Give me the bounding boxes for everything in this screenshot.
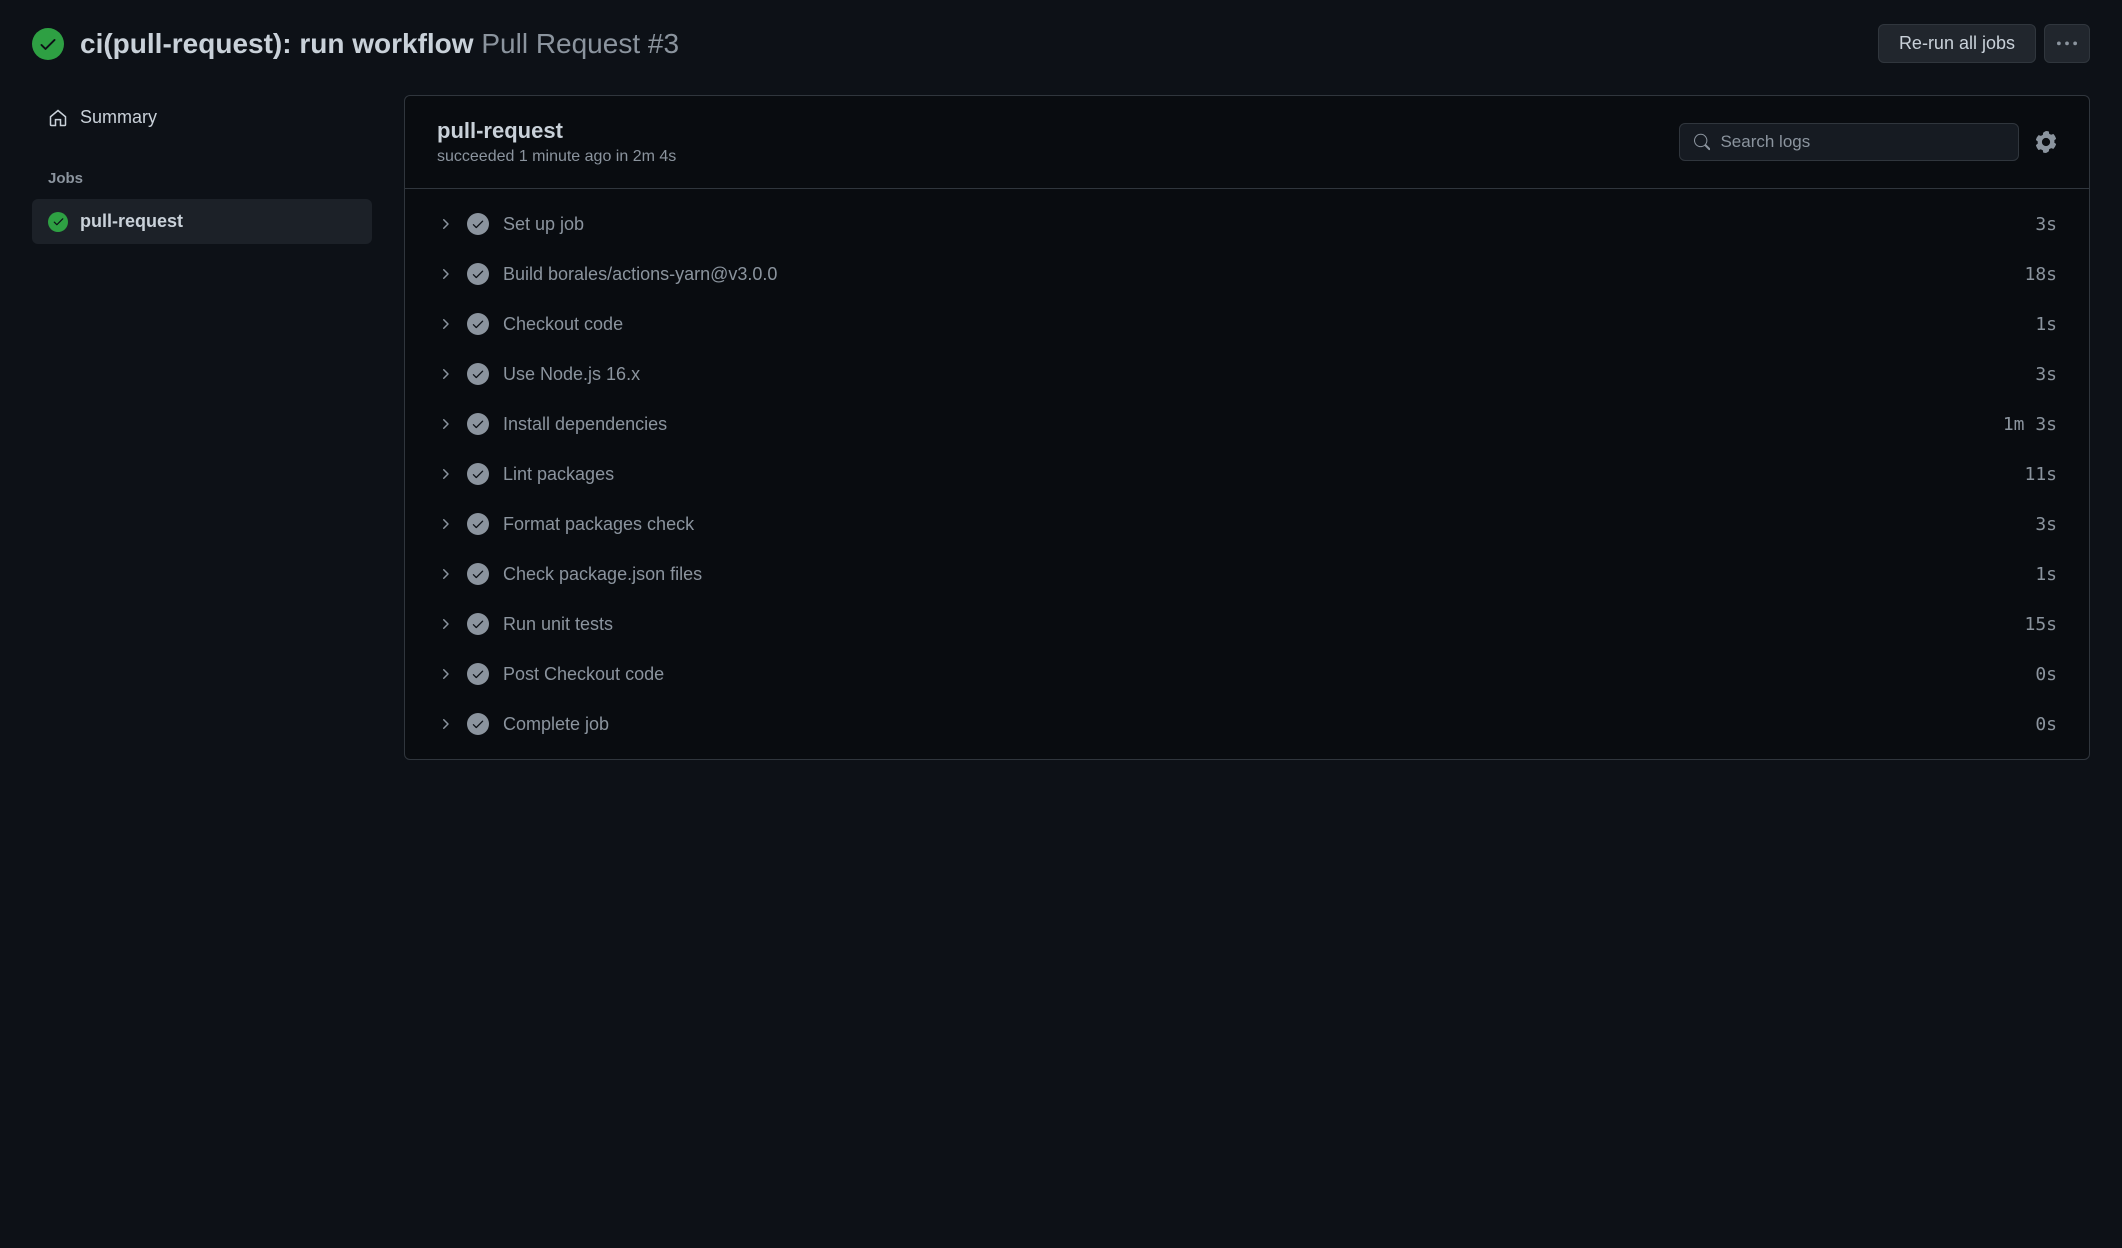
step-row[interactable]: Build borales/actions-yarn@v3.0.0 18s (405, 249, 2089, 299)
step-status-icon (467, 663, 489, 685)
workflow-status-icon (32, 28, 64, 60)
step-duration: 1s (2035, 564, 2057, 585)
step-duration: 15s (2024, 614, 2057, 635)
step-duration: 3s (2035, 514, 2057, 535)
step-status-icon (467, 213, 489, 235)
chevron-right-icon (437, 716, 453, 732)
step-name: Format packages check (503, 514, 2021, 535)
step-duration: 11s (2024, 464, 2057, 485)
step-row[interactable]: Complete job 0s (405, 699, 2089, 749)
chevron-right-icon (437, 566, 453, 582)
sidebar-item-summary[interactable]: Summary (32, 95, 372, 140)
step-name: Use Node.js 16.x (503, 364, 2021, 385)
step-duration: 1m 3s (2003, 414, 2057, 435)
step-name: Complete job (503, 714, 2021, 735)
step-row[interactable]: Format packages check 3s (405, 499, 2089, 549)
step-status-icon (467, 263, 489, 285)
step-name: Check package.json files (503, 564, 2021, 585)
sidebar-job-label: pull-request (80, 211, 183, 232)
search-logs-input[interactable] (1720, 132, 2004, 152)
more-options-button[interactable] (2044, 24, 2090, 63)
sidebar: Summary Jobs pull-request (32, 95, 372, 760)
job-panel-header: pull-request succeeded 1 minute ago in 2… (405, 96, 2089, 189)
chevron-right-icon (437, 416, 453, 432)
step-duration: 18s (2024, 264, 2057, 285)
step-row[interactable]: Set up job 3s (405, 199, 2089, 249)
step-duration: 3s (2035, 214, 2057, 235)
step-status-icon (467, 513, 489, 535)
job-panel: pull-request succeeded 1 minute ago in 2… (404, 95, 2090, 760)
chevron-right-icon (437, 216, 453, 232)
step-status-icon (467, 413, 489, 435)
step-status-icon (467, 563, 489, 585)
step-status-icon (467, 463, 489, 485)
chevron-right-icon (437, 316, 453, 332)
step-name: Set up job (503, 214, 2021, 235)
job-status-icon (48, 212, 68, 232)
step-row[interactable]: Check package.json files 1s (405, 549, 2089, 599)
step-status-icon (467, 313, 489, 335)
step-duration: 1s (2035, 314, 2057, 335)
home-icon (48, 108, 68, 128)
step-name: Build borales/actions-yarn@v3.0.0 (503, 264, 2010, 285)
step-duration: 0s (2035, 714, 2057, 735)
step-duration: 3s (2035, 364, 2057, 385)
gear-icon (2035, 131, 2057, 153)
chevron-right-icon (437, 616, 453, 632)
kebab-icon (2057, 34, 2077, 54)
step-status-icon (467, 613, 489, 635)
chevron-right-icon (437, 666, 453, 682)
sidebar-jobs-heading: Jobs (32, 140, 372, 199)
step-duration: 0s (2035, 664, 2057, 685)
sidebar-item-label: Summary (80, 107, 157, 128)
step-row[interactable]: Run unit tests 15s (405, 599, 2089, 649)
step-row[interactable]: Use Node.js 16.x 3s (405, 349, 2089, 399)
step-row[interactable]: Lint packages 11s (405, 449, 2089, 499)
step-name: Post Checkout code (503, 664, 2021, 685)
log-settings-button[interactable] (2035, 131, 2057, 153)
page-header: ci(pull-request): run workflow Pull Requ… (32, 24, 2090, 63)
step-name: Run unit tests (503, 614, 2010, 635)
chevron-right-icon (437, 466, 453, 482)
chevron-right-icon (437, 516, 453, 532)
workflow-run-name: Pull Request #3 (481, 28, 679, 59)
rerun-all-jobs-button[interactable]: Re-run all jobs (1878, 24, 2036, 63)
chevron-right-icon (437, 266, 453, 282)
search-logs-box[interactable] (1679, 123, 2019, 161)
step-status-icon (467, 363, 489, 385)
step-status-icon (467, 713, 489, 735)
chevron-right-icon (437, 366, 453, 382)
step-row[interactable]: Install dependencies 1m 3s (405, 399, 2089, 449)
search-icon (1694, 133, 1710, 151)
workflow-title: ci(pull-request): run workflow (80, 28, 474, 59)
step-name: Checkout code (503, 314, 2021, 335)
step-name: Install dependencies (503, 414, 1989, 435)
job-status-line: succeeded 1 minute ago in 2m 4s (437, 148, 676, 166)
step-name: Lint packages (503, 464, 2010, 485)
step-row[interactable]: Post Checkout code 0s (405, 649, 2089, 699)
page-title: ci(pull-request): run workflow Pull Requ… (80, 28, 679, 60)
step-row[interactable]: Checkout code 1s (405, 299, 2089, 349)
steps-list: Set up job 3s Build borales/actions-yarn@v… (405, 189, 2089, 759)
job-name: pull-request (437, 118, 676, 144)
sidebar-item-job[interactable]: pull-request (32, 199, 372, 244)
